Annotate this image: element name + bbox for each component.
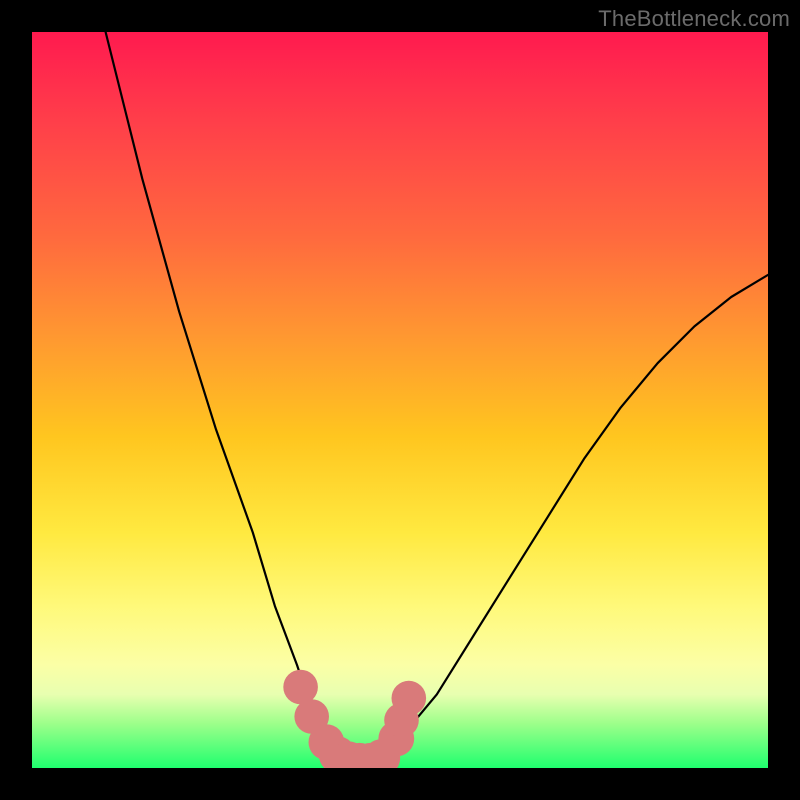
curve-marker xyxy=(319,736,356,768)
curve-layer xyxy=(32,32,768,768)
curve-marker xyxy=(329,741,367,768)
curve-marker xyxy=(294,699,329,734)
chart-frame: TheBottleneck.com xyxy=(0,0,800,800)
curve-marker xyxy=(309,724,345,760)
valley-highlight xyxy=(301,687,409,762)
curve-marker xyxy=(351,743,389,768)
curve-marker xyxy=(363,739,400,768)
plot-area xyxy=(32,32,768,768)
curve-marker xyxy=(340,743,378,768)
curve-marker xyxy=(392,681,427,716)
watermark-text: TheBottleneck.com xyxy=(598,6,790,32)
curve-marker xyxy=(378,721,414,757)
bottleneck-curve xyxy=(106,32,768,761)
curve-marker xyxy=(283,670,318,705)
curve-marker xyxy=(384,703,419,738)
